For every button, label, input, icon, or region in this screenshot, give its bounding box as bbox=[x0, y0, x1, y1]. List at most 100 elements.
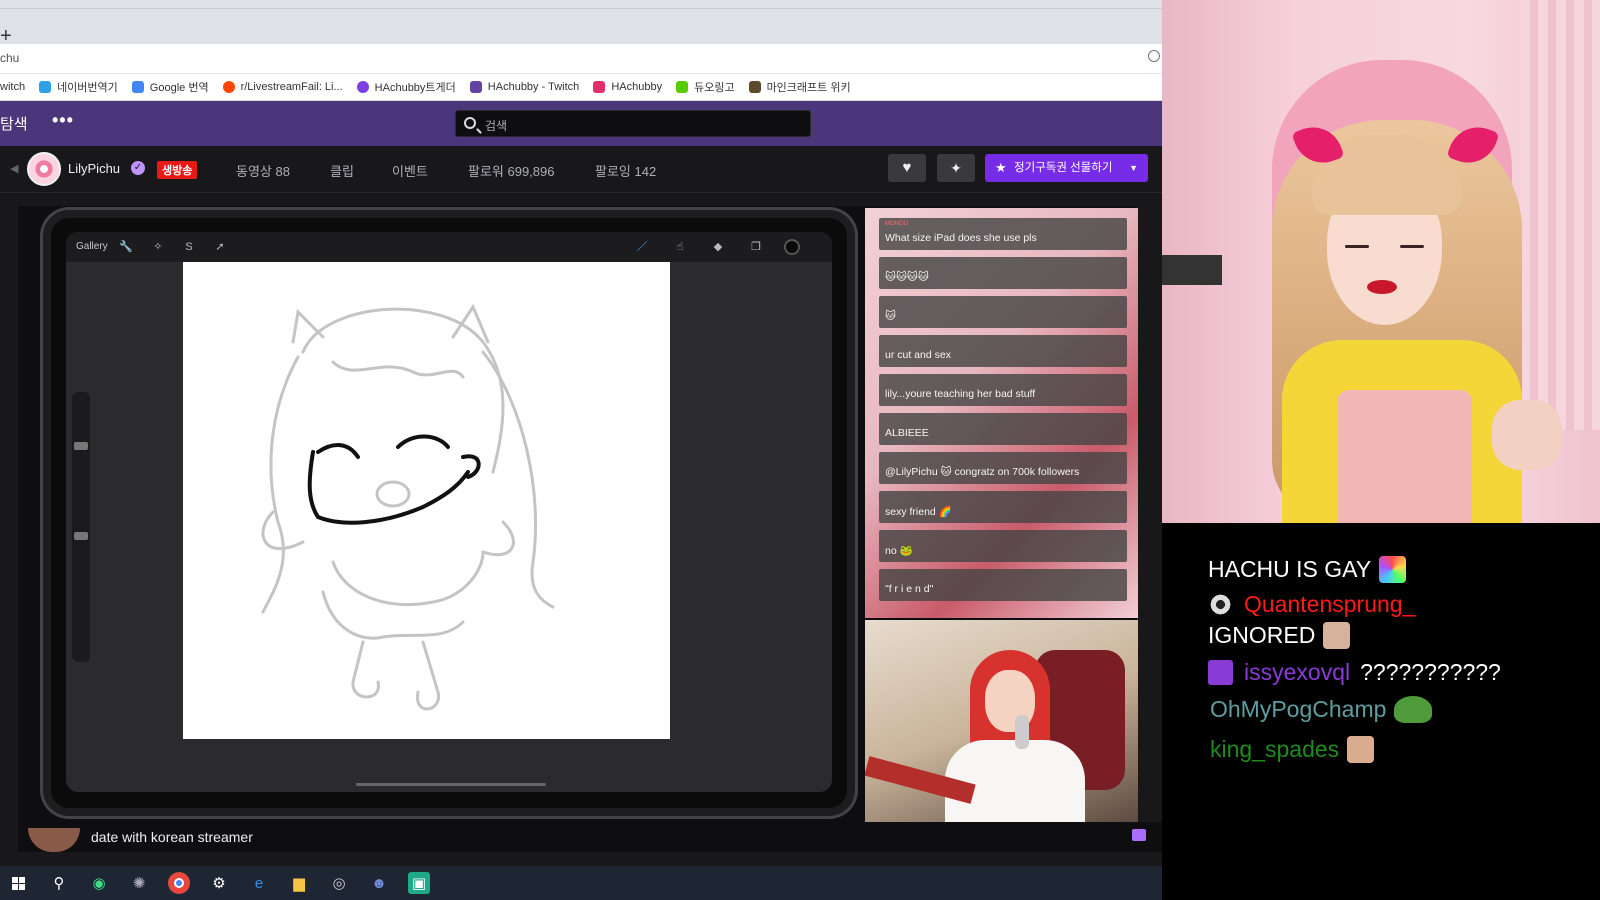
gift-subscription-label: 정기구독권 선물하기 bbox=[1014, 162, 1113, 174]
nav-browse[interactable]: 탐색 bbox=[0, 113, 28, 134]
eye-badge-icon bbox=[1208, 592, 1233, 617]
chat-message: 🐱🐱🐱🐱 bbox=[879, 257, 1127, 289]
tab-following[interactable]: 팔로잉 142 bbox=[595, 161, 656, 180]
chat-text: "f r i e n d" bbox=[885, 583, 934, 595]
live-badge: 생방송 bbox=[157, 161, 198, 179]
verified-icon: ✓ bbox=[131, 161, 145, 175]
channel-name[interactable]: LilyPichu bbox=[68, 161, 120, 176]
reddit-icon bbox=[222, 81, 235, 93]
zoom-icon[interactable] bbox=[1148, 50, 1160, 62]
bookmark-label: HAchubby트게더 bbox=[374, 82, 456, 94]
browser-tab-strip: + bbox=[0, 8, 1162, 46]
chat-line: HACHU IS GAY bbox=[1208, 556, 1407, 583]
bookmark-google-translate[interactable]: Google 번역 bbox=[131, 79, 209, 95]
search-icon bbox=[464, 117, 476, 129]
bookmark-naver-translate[interactable]: 네이버번역기 bbox=[39, 79, 118, 95]
face-emote-icon bbox=[1323, 622, 1351, 649]
steam-icon[interactable]: ⚙ bbox=[208, 872, 230, 894]
chat-line: IGNORED bbox=[1208, 622, 1351, 649]
follow-heart-button[interactable]: ♥ bbox=[888, 154, 926, 182]
brush-icon: ／ bbox=[636, 241, 648, 253]
chat-line: OhMyPogChamp bbox=[1210, 696, 1433, 723]
google-translate-icon bbox=[131, 81, 144, 93]
bookmark-label: HAchubby - Twitch bbox=[487, 81, 580, 93]
tab-events[interactable]: 이벤트 bbox=[392, 161, 428, 180]
search-icon[interactable]: ⚲ bbox=[48, 872, 70, 894]
bookmark-reddit[interactable]: r/LivestreamFail: Li... bbox=[222, 81, 343, 93]
search-input[interactable]: 검색 bbox=[455, 110, 811, 137]
search-placeholder: 검색 bbox=[485, 119, 508, 133]
bookmark-hachubby-instagram[interactable]: HAchubby bbox=[593, 81, 662, 93]
tab-followers[interactable]: 팔로워 699,896 bbox=[468, 161, 554, 180]
chat-text: sexy friend 🌈 bbox=[885, 506, 952, 518]
tab-videos[interactable]: 동영상 88 bbox=[236, 161, 290, 180]
duolingo-icon bbox=[676, 81, 689, 93]
chat-text: ur cut and sex bbox=[885, 349, 951, 361]
color-picker-icon bbox=[784, 239, 800, 255]
chevron-left-icon[interactable]: ◀ bbox=[10, 162, 18, 175]
tab-clips[interactable]: 클립 bbox=[330, 161, 354, 180]
chat-username: Quantensprung_ bbox=[1244, 591, 1416, 617]
chat-author: MONOU bbox=[885, 221, 908, 227]
streamer-apron bbox=[1337, 390, 1472, 523]
chrome-icon[interactable] bbox=[168, 872, 190, 894]
eraser-icon: ◆ bbox=[713, 241, 723, 253]
bookmark-duolingo[interactable]: 듀오링고 bbox=[676, 79, 735, 95]
address-url[interactable]: chu bbox=[0, 51, 19, 65]
chibi-sketch bbox=[261, 303, 555, 711]
chat-line: king_spades bbox=[1210, 736, 1375, 763]
windows-start-icon[interactable] bbox=[12, 877, 25, 890]
chat-toggle-icon[interactable] bbox=[1132, 829, 1146, 841]
chat-message: ur cut and sex bbox=[879, 335, 1127, 367]
layers-icon: ❐ bbox=[751, 241, 761, 253]
obs-icon[interactable]: ◎ bbox=[328, 872, 350, 894]
more-menu-button[interactable]: ••• bbox=[52, 110, 74, 131]
chat-message: lily...youre teaching her bad stuff bbox=[879, 374, 1127, 406]
bookmark-minecraft-wiki[interactable]: 마인크래프트 위키 bbox=[748, 79, 851, 95]
chat-text: 🐱 bbox=[885, 310, 896, 322]
procreate-sidebar bbox=[72, 392, 90, 662]
bookmark-twitch[interactable]: witch bbox=[0, 81, 25, 93]
bookmark-label: witch bbox=[0, 81, 26, 93]
address-bar[interactable]: chu bbox=[0, 44, 1162, 74]
streamer-avatar[interactable] bbox=[28, 828, 80, 852]
chat-text: ALBIEEE bbox=[885, 427, 929, 439]
procreate-app: Gallery 🔧 ✧ S ➚ ／ ☝ ◆ ❐ bbox=[66, 232, 832, 792]
chat-message: "f r i e n d" bbox=[879, 569, 1127, 601]
magic-wand-icon: ✧ bbox=[153, 241, 163, 253]
chat-message: no 🐸 bbox=[879, 530, 1127, 562]
bookmark-label: 마인크래프트 위키 bbox=[766, 82, 851, 94]
browser-title-bar bbox=[0, 0, 1162, 8]
chat-text: lily...youre teaching her bad stuff bbox=[885, 388, 1036, 400]
bits-button[interactable]: ✦ bbox=[937, 154, 975, 182]
folder-icon[interactable]: ▆ bbox=[288, 872, 310, 894]
bookmark-hachubby-twitch[interactable]: HAchubby - Twitch bbox=[469, 81, 580, 93]
app-icon[interactable]: ◉ bbox=[88, 872, 110, 894]
chevron-down-icon: ▼ bbox=[1129, 163, 1138, 173]
overlay-chat-box: HACHU IS GAY Quantensprung_ IGNORED issy… bbox=[1162, 523, 1600, 900]
chat-line: Quantensprung_ bbox=[1208, 591, 1415, 618]
transform-icon: ➚ bbox=[215, 241, 225, 253]
windows-taskbar: ⚲ ◉ ✺ ⚙ e ▆ ◎ ☻ ▣ bbox=[0, 866, 1162, 900]
bookmark-tgd[interactable]: HAchubby트게더 bbox=[356, 79, 456, 95]
home-indicator bbox=[356, 783, 546, 786]
microphone-icon bbox=[1015, 715, 1029, 749]
discord-icon[interactable]: ☻ bbox=[368, 872, 390, 894]
eye bbox=[1345, 245, 1369, 248]
chat-text: IGNORED bbox=[1208, 622, 1316, 648]
chat-message: sexy friend 🌈 bbox=[879, 491, 1127, 523]
app-icon[interactable]: ▣ bbox=[408, 872, 430, 894]
stream-chat-overlay: MONOU What size iPad does she use pls 🐱🐱🐱… bbox=[865, 208, 1138, 618]
channel-avatar[interactable] bbox=[27, 152, 61, 186]
chat-message: @LilyPichu 🐱 congratz on 700k followers bbox=[879, 452, 1127, 484]
opacity-slider bbox=[74, 532, 88, 540]
gift-subscription-button[interactable]: ★ 정기구독권 선물하기 ▼ bbox=[985, 154, 1148, 182]
video-player[interactable]: Gallery 🔧 ✧ S ➚ ／ ☝ ◆ ❐ MONOU What size … bbox=[18, 206, 1138, 822]
app-icon[interactable]: ✺ bbox=[128, 872, 150, 894]
twitch-top-nav: 탐색 ••• 검색 bbox=[0, 101, 1162, 146]
new-tab-button[interactable]: + bbox=[0, 26, 12, 46]
hand bbox=[1492, 400, 1562, 470]
edge-icon[interactable]: e bbox=[248, 872, 270, 894]
stream-title: date with korean streamer bbox=[91, 829, 253, 845]
bookmark-label: Google 번역 bbox=[149, 82, 209, 94]
